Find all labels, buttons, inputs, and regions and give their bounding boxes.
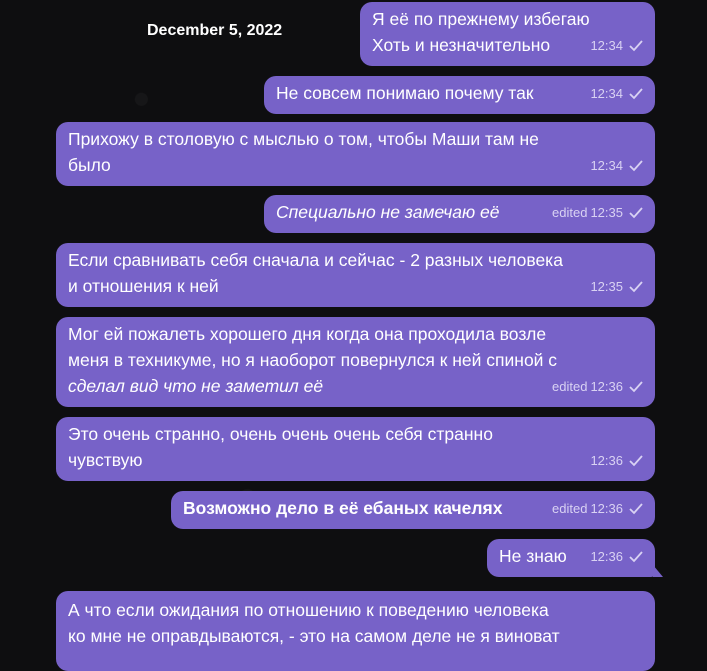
edited-label: edited — [552, 379, 588, 394]
message-text: А что если ожидания по отношению к повед… — [68, 600, 560, 646]
message-text: Прихожу в столовую с мыслью о том, чтобы… — [68, 129, 539, 175]
message-time: 12:35 — [590, 279, 623, 294]
check-icon — [629, 160, 643, 172]
date-header: December 5, 2022 — [147, 22, 283, 39]
message-time: 12:36 — [590, 379, 623, 394]
message-time: 12:34 — [590, 158, 623, 173]
message-meta: 12:36 — [590, 448, 643, 474]
message-bubble[interactable]: Прихожу в столовую с мыслью о том, чтобы… — [56, 122, 655, 186]
message-bubble[interactable]: Я её по прежнему избегаю Хоть и незначит… — [360, 2, 655, 66]
message-meta: 12:35 — [590, 274, 643, 300]
message-bubble[interactable]: А что если ожидания по отношению к повед… — [56, 591, 655, 671]
check-icon — [629, 40, 643, 52]
check-icon — [629, 503, 643, 515]
message-time: 12:34 — [590, 38, 623, 53]
message-meta: edited 12:36 — [552, 496, 643, 522]
message-meta: edited 12:35 — [552, 200, 643, 226]
check-icon — [629, 551, 643, 563]
message-time: 12:35 — [590, 205, 623, 220]
message-bubble[interactable]: Это очень странно, очень очень очень себ… — [56, 417, 655, 481]
message-time: 12:36 — [590, 549, 623, 564]
check-icon — [629, 281, 643, 293]
check-icon — [629, 207, 643, 219]
message-text: Мог ей пожалеть хорошего дня когда она п… — [68, 324, 558, 370]
message-bubble[interactable]: Не знаю 12:36 — [487, 539, 663, 577]
check-icon — [629, 455, 643, 467]
message-bubble[interactable]: Мог ей пожалеть хорошего дня когда она п… — [56, 317, 655, 407]
message-meta: 12:34 — [590, 153, 643, 179]
message-bubble[interactable]: Специально не замечаю её edited 12:35 — [264, 195, 655, 233]
message-bubble[interactable]: Не совсем понимаю почему так 12:34 — [264, 76, 655, 114]
message-meta: edited 12:36 — [552, 374, 643, 400]
edited-label: edited — [552, 501, 588, 516]
message-meta: 12:34 — [590, 33, 643, 59]
message-meta: 12:36 — [590, 544, 643, 570]
edited-label: edited — [552, 205, 588, 220]
check-icon — [629, 88, 643, 100]
message-time: 12:34 — [590, 86, 623, 101]
message-time: 12:36 — [590, 453, 623, 468]
message-time: 12:36 — [590, 501, 623, 516]
message-bubble[interactable]: Возможно дело в её ебаных качелях edited… — [171, 491, 655, 529]
message-text: Если сравнивать себя сначала и сейчас - … — [68, 250, 563, 296]
message-text: Это очень странно, очень очень очень себ… — [68, 424, 493, 470]
check-icon — [629, 381, 643, 393]
bubble-tail — [653, 565, 663, 577]
message-bubble[interactable]: Если сравнивать себя сначала и сейчас - … — [56, 243, 655, 307]
message-meta: 12:34 — [590, 81, 643, 107]
